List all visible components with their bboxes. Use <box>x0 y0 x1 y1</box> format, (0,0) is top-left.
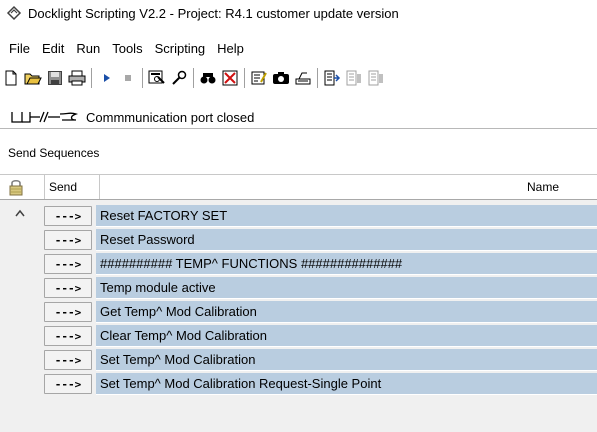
open-folder-icon[interactable] <box>22 67 44 89</box>
sequence-name[interactable]: Temp module active <box>96 277 597 299</box>
docklight-app-icon <box>6 5 22 21</box>
menu-edit[interactable]: Edit <box>37 41 69 56</box>
status-text: Commmunication port closed <box>86 109 255 125</box>
sequence-rows: ---> Reset FACTORY SET ---> Reset Passwo… <box>0 204 597 396</box>
serial-port-icon <box>11 111 79 123</box>
doc-icon-3[interactable] <box>365 67 387 89</box>
new-file-icon[interactable] <box>0 67 22 89</box>
keyboard-icon[interactable] <box>292 67 314 89</box>
window-title: Docklight Scripting V2.2 - Project: R4.1… <box>28 5 399 21</box>
toolbar-separator <box>91 68 92 88</box>
print-icon[interactable] <box>66 67 88 89</box>
table-row: ---> Reset Password <box>0 228 597 252</box>
sequence-name[interactable]: Reset FACTORY SET <box>96 205 597 227</box>
table-row: ---> ########## TEMP^ FUNCTIONS ########… <box>0 252 597 276</box>
row-gutter <box>0 372 44 396</box>
menu-tools[interactable]: Tools <box>107 41 147 56</box>
row-gutter <box>0 324 44 348</box>
clear-icon[interactable] <box>219 67 241 89</box>
toolbar-separator <box>317 68 318 88</box>
send-button[interactable]: ---> <box>44 254 92 274</box>
row-gutter <box>0 228 44 252</box>
send-button[interactable]: ---> <box>44 302 92 322</box>
table-row: ---> Get Temp^ Mod Calibration <box>0 300 597 324</box>
send-button[interactable]: ---> <box>44 230 92 250</box>
toolbar <box>0 64 597 92</box>
wrench-icon[interactable] <box>168 67 190 89</box>
row-gutter <box>0 300 44 324</box>
settings-icon[interactable] <box>146 67 168 89</box>
table-row: ---> Reset FACTORY SET <box>0 204 597 228</box>
menu-bar: File Edit Run Tools Scripting Help <box>0 38 597 58</box>
communication-status-bar: Commmunication port closed <box>0 106 597 129</box>
toolbar-separator <box>142 68 143 88</box>
find-icon[interactable] <box>197 67 219 89</box>
row-gutter <box>0 276 44 300</box>
edit-script-icon[interactable] <box>248 67 270 89</box>
save-disk-icon[interactable] <box>44 67 66 89</box>
title-bar: Docklight Scripting V2.2 - Project: R4.1… <box>0 0 597 26</box>
lock-icon[interactable] <box>8 175 38 199</box>
sequence-name[interactable]: Reset Password <box>96 229 597 251</box>
snapshot-icon[interactable] <box>270 67 292 89</box>
stop-icon[interactable] <box>117 67 139 89</box>
sequence-name[interactable]: Set Temp^ Mod Calibration <box>96 349 597 371</box>
send-button[interactable]: ---> <box>44 326 92 346</box>
table-row: ---> Temp module active <box>0 276 597 300</box>
toolbar-separator <box>193 68 194 88</box>
send-button[interactable]: ---> <box>44 350 92 370</box>
run-icon[interactable] <box>95 67 117 89</box>
column-header-name[interactable]: Name <box>100 175 597 199</box>
sequence-name[interactable]: ########## TEMP^ FUNCTIONS #############… <box>96 253 597 275</box>
row-gutter <box>0 252 44 276</box>
menu-run[interactable]: Run <box>71 41 105 56</box>
send-button[interactable]: ---> <box>44 206 92 226</box>
send-doc-icon[interactable] <box>321 67 343 89</box>
row-gutter <box>0 348 44 372</box>
table-row: ---> Clear Temp^ Mod Calibration <box>0 324 597 348</box>
grid-header: Send Name <box>0 174 597 200</box>
table-row: ---> Set Temp^ Mod Calibration Request-S… <box>0 372 597 396</box>
send-button[interactable]: ---> <box>44 374 92 394</box>
send-sequences-label: Send Sequences <box>8 146 100 160</box>
sequence-name[interactable]: Get Temp^ Mod Calibration <box>96 301 597 323</box>
column-header-send[interactable]: Send <box>44 175 100 199</box>
menu-file[interactable]: File <box>4 41 35 56</box>
doc-icon-2[interactable] <box>343 67 365 89</box>
send-button[interactable]: ---> <box>44 278 92 298</box>
row-gutter <box>0 204 44 228</box>
toolbar-separator <box>244 68 245 88</box>
send-sequences-grid: Send Name ---> Reset FACTORY SET ---> Re… <box>0 174 597 432</box>
table-row: ---> Set Temp^ Mod Calibration <box>0 348 597 372</box>
sequence-name[interactable]: Clear Temp^ Mod Calibration <box>96 325 597 347</box>
sequence-name[interactable]: Set Temp^ Mod Calibration Request-Single… <box>96 373 597 395</box>
menu-help[interactable]: Help <box>212 41 249 56</box>
menu-scripting[interactable]: Scripting <box>150 41 211 56</box>
